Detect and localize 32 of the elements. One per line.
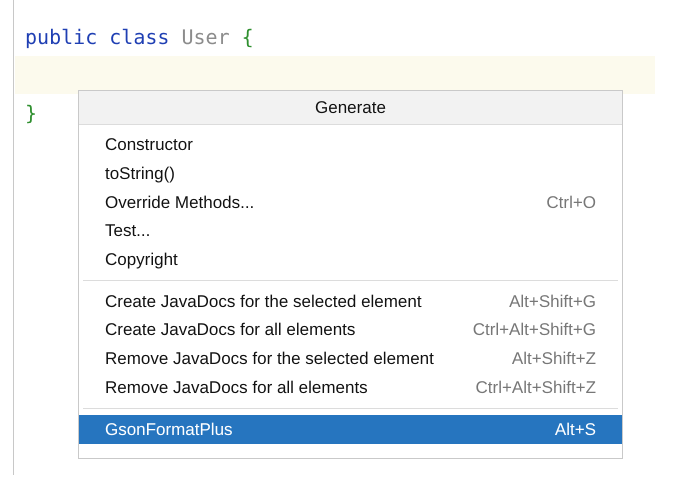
menu-item-label: Remove JavaDocs for all elements <box>105 378 368 398</box>
menu-item[interactable]: Create JavaDocs for all elements Ctrl+Alt+Shift+G <box>79 316 622 345</box>
shortcut-label: Alt+S <box>554 420 596 440</box>
menu-item[interactable]: Copyright <box>79 246 622 274</box>
menu-item[interactable]: Test... <box>79 217 622 246</box>
menu-item-label: Remove JavaDocs for the selected element <box>105 349 434 370</box>
menu-item-label: Copyright <box>105 250 178 270</box>
shortcut-label: Ctrl+O <box>546 192 596 213</box>
menu-item[interactable]: toString() <box>79 160 622 188</box>
menu-item-label: GsonFormatPlus <box>105 420 233 440</box>
menu-item-label: Create JavaDocs for all elements <box>105 320 356 340</box>
menu-item-label: Constructor <box>105 135 193 156</box>
menu-item-label: toString() <box>105 164 175 184</box>
menu-item[interactable]: GsonFormatPlus Alt+S <box>79 415 622 444</box>
code-token: User <box>181 25 230 49</box>
menu-item[interactable]: Remove JavaDocs for all elements Ctrl+Alt+Shift+Z <box>79 374 622 402</box>
code-token: public <box>25 25 98 49</box>
shortcut-label: Ctrl+Alt+Shift+G <box>472 320 596 340</box>
menu-item[interactable]: Override Methods... Ctrl+O <box>79 188 622 218</box>
popup-title: Generate <box>79 91 622 125</box>
shortcut-label: Ctrl+Alt+Shift+Z <box>476 378 596 398</box>
code-token: { <box>242 25 254 49</box>
menu-item-label: Override Methods... <box>105 192 254 213</box>
shortcut-label: Alt+Shift+G <box>509 292 596 312</box>
menu-item[interactable]: Remove JavaDocs for the selected element Alt+Shift+Z <box>79 344 622 374</box>
menu-item-label: Create JavaDocs for the selected element <box>105 292 422 312</box>
shortcut-label: Alt+Shift+Z <box>512 349 596 370</box>
code-token: class <box>109 25 170 49</box>
code-token: } <box>25 101 38 125</box>
menu-item-label: Test... <box>105 221 150 242</box>
menu-item[interactable]: Create JavaDocs for the selected element Alt+Shift+G <box>79 287 622 316</box>
menu-item[interactable]: Constructor <box>79 131 622 160</box>
